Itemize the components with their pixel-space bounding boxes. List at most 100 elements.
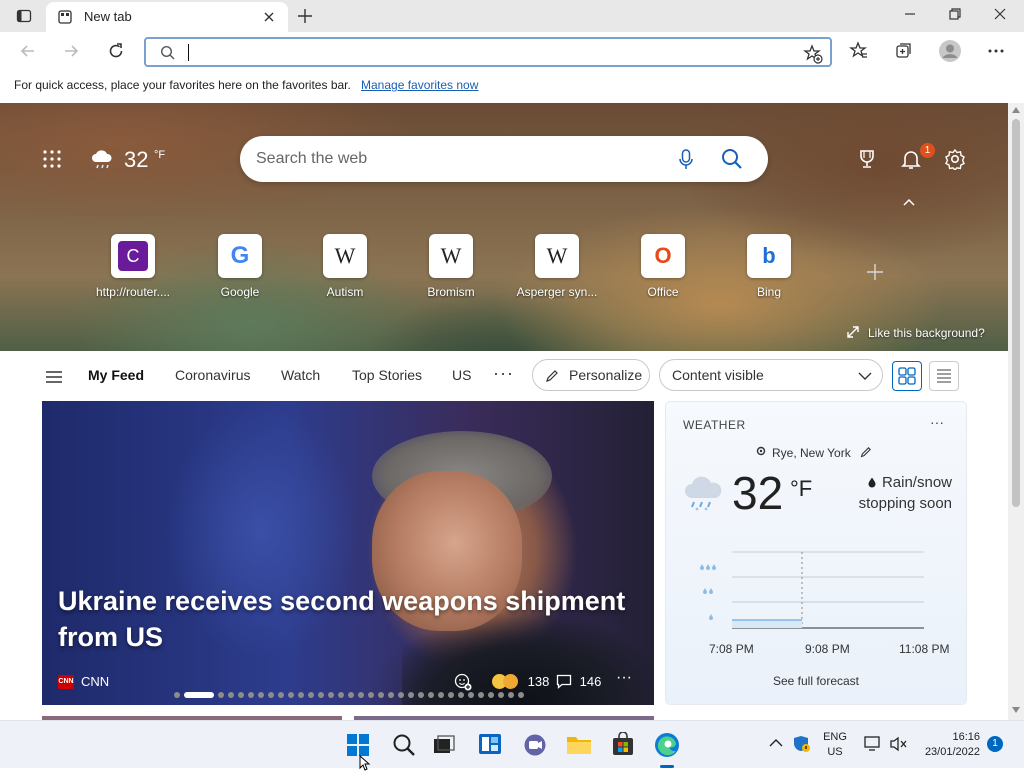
hero-weather-temp: 32 bbox=[124, 147, 149, 172]
weather-unit[interactable]: °F bbox=[790, 476, 812, 502]
grid-layout-button[interactable] bbox=[892, 361, 922, 391]
news-source-name: CNN bbox=[81, 674, 110, 689]
web-search-placeholder: Search the web bbox=[256, 150, 368, 167]
favorites-button[interactable] bbox=[849, 41, 869, 61]
profile-avatar[interactable] bbox=[938, 39, 962, 63]
scroll-down-arrow-icon[interactable] bbox=[1012, 707, 1020, 713]
news-headline[interactable]: Ukraine receives second weapons shipment… bbox=[58, 583, 638, 655]
search-magnifier-icon[interactable] bbox=[392, 733, 416, 757]
clock[interactable]: 16:16 23/01/2022 bbox=[920, 730, 980, 760]
comments[interactable]: 146 bbox=[556, 674, 601, 689]
tab-actions-icon[interactable] bbox=[16, 8, 32, 24]
raindrop-icon bbox=[868, 477, 876, 488]
more-topics-icon[interactable]: ··· bbox=[493, 363, 514, 384]
quick-link-autism[interactable]: W Autism bbox=[292, 234, 398, 299]
like-background-button[interactable]: Like this background? bbox=[846, 325, 985, 340]
wikipedia-w-icon: W bbox=[546, 243, 568, 268]
quick-link-office[interactable]: O Office bbox=[610, 234, 716, 299]
restore-button[interactable] bbox=[947, 6, 963, 22]
notifications-bell-icon[interactable] bbox=[900, 148, 922, 170]
surprised-emoji-icon bbox=[503, 674, 518, 689]
widgets-icon[interactable] bbox=[478, 733, 502, 755]
close-tab-icon[interactable] bbox=[262, 10, 276, 24]
web-search-box[interactable]: Search the web bbox=[240, 136, 768, 182]
weather-more-options-icon[interactable]: ··· bbox=[930, 414, 944, 430]
scroll-up-arrow-icon[interactable] bbox=[1012, 107, 1020, 113]
collections-button[interactable] bbox=[894, 41, 914, 61]
see-full-forecast-link[interactable]: See full forecast bbox=[666, 674, 966, 688]
manage-favorites-link[interactable]: Manage favorites now bbox=[361, 78, 478, 92]
wikipedia-w-icon: W bbox=[440, 243, 462, 268]
security-shield-icon[interactable] bbox=[793, 735, 811, 753]
page-settings-gear-icon[interactable] bbox=[944, 148, 966, 170]
volume-muted-icon[interactable] bbox=[890, 736, 908, 752]
close-window-button[interactable] bbox=[992, 6, 1008, 22]
collapse-chevron-up-icon[interactable] bbox=[902, 197, 916, 207]
edge-browser-icon[interactable] bbox=[654, 732, 680, 758]
quick-link-asperger[interactable]: W Asperger syn... bbox=[504, 234, 610, 299]
hamburger-menu-icon[interactable] bbox=[45, 370, 63, 384]
comment-count: 146 bbox=[579, 674, 602, 689]
tab-my-feed[interactable]: My Feed bbox=[88, 367, 144, 383]
content-visibility-dropdown[interactable]: Content visible bbox=[659, 359, 883, 391]
cnn-logo-icon: CNN bbox=[58, 675, 74, 689]
add-favorite-icon[interactable] bbox=[803, 44, 823, 64]
tab-top-stories[interactable]: Top Stories bbox=[352, 367, 422, 383]
scrollbar-thumb[interactable] bbox=[1012, 119, 1020, 507]
hero-background: 32 °F Search the web 1 C http://router..… bbox=[0, 103, 1008, 351]
new-tab-button[interactable] bbox=[296, 7, 314, 25]
office-logo-icon: O bbox=[654, 243, 672, 268]
microphone-icon[interactable] bbox=[678, 149, 694, 171]
page-scrollbar[interactable] bbox=[1008, 103, 1024, 720]
back-button[interactable] bbox=[18, 41, 38, 61]
input-region-code: US bbox=[827, 746, 843, 758]
start-windows-icon[interactable] bbox=[347, 734, 369, 756]
settings-menu-button[interactable] bbox=[986, 41, 1006, 61]
notification-center-badge[interactable]: 1 bbox=[987, 736, 1003, 752]
network-icon[interactable] bbox=[864, 736, 882, 752]
bing-logo-icon: b bbox=[762, 243, 776, 268]
apps-launcher-icon[interactable] bbox=[42, 149, 62, 169]
input-language[interactable]: ENG US bbox=[822, 730, 848, 760]
quick-link-google[interactable]: G Google bbox=[187, 234, 293, 299]
show-hidden-icons-chevron[interactable] bbox=[769, 738, 783, 748]
search-submit-icon[interactable] bbox=[721, 148, 743, 170]
pencil-icon bbox=[546, 370, 558, 382]
google-g-icon: G bbox=[230, 242, 250, 269]
weather-card[interactable]: WEATHER ··· Rye, New York 32 °F Rain/sno… bbox=[666, 402, 966, 704]
title-bar: New tab bbox=[0, 0, 1024, 32]
address-bar[interactable] bbox=[144, 37, 832, 67]
quick-link-label: Google bbox=[220, 285, 260, 299]
minimize-button[interactable] bbox=[902, 6, 918, 22]
quick-link-label: http://router.... bbox=[95, 285, 171, 299]
quick-link-bing[interactable]: b Bing bbox=[716, 234, 822, 299]
list-layout-button[interactable] bbox=[929, 361, 959, 391]
edit-location-pencil-icon[interactable] bbox=[860, 446, 872, 458]
forward-button[interactable] bbox=[61, 41, 81, 61]
teams-chat-icon[interactable] bbox=[523, 733, 547, 757]
tab-new-tab[interactable]: New tab bbox=[46, 2, 288, 32]
quick-link-bromism[interactable]: W Bromism bbox=[398, 234, 504, 299]
rain-snow-cloud-icon bbox=[682, 476, 726, 512]
grid-view-icon bbox=[898, 367, 916, 385]
top-news-card[interactable]: Ukraine receives second weapons shipment… bbox=[42, 401, 654, 705]
location-pin-icon bbox=[756, 446, 766, 456]
add-reaction-icon[interactable] bbox=[454, 673, 472, 691]
quick-link-label: Asperger syn... bbox=[516, 285, 598, 299]
add-quick-link-icon[interactable] bbox=[866, 263, 884, 281]
news-more-options-icon[interactable]: ··· bbox=[616, 669, 632, 687]
input-language-code: ENG bbox=[823, 731, 847, 743]
reactions[interactable]: 138 bbox=[492, 674, 549, 689]
task-view-icon[interactable] bbox=[433, 735, 455, 755]
weather-location[interactable]: Rye, New York bbox=[756, 446, 872, 460]
rewards-trophy-icon[interactable] bbox=[856, 148, 878, 170]
tab-us[interactable]: US bbox=[452, 367, 471, 383]
microsoft-store-icon[interactable] bbox=[611, 732, 635, 756]
tab-coronavirus[interactable]: Coronavirus bbox=[175, 367, 250, 383]
quick-link-router[interactable]: C http://router.... bbox=[80, 234, 186, 299]
notification-count-badge: 1 bbox=[920, 143, 935, 158]
tab-watch[interactable]: Watch bbox=[281, 367, 320, 383]
personalize-button[interactable]: Personalize bbox=[532, 359, 650, 391]
file-explorer-icon[interactable] bbox=[566, 734, 592, 756]
refresh-button[interactable] bbox=[106, 41, 126, 61]
